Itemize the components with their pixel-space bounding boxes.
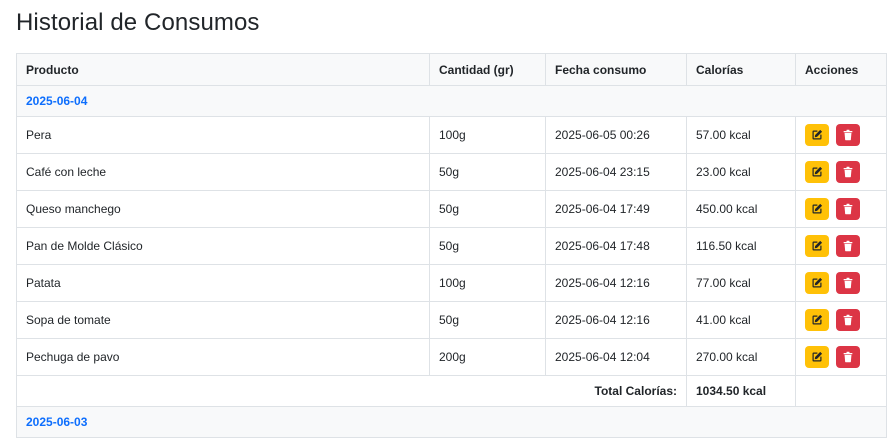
edit-icon (812, 240, 823, 251)
cell-calorias: 57.00 kcal (686, 116, 796, 154)
page-title: Historial de Consumos (16, 9, 260, 36)
cell-acciones (795, 190, 887, 228)
trash-icon (843, 166, 853, 178)
cell-producto: Pera (16, 116, 430, 154)
cell-cantidad: 200g (429, 338, 546, 376)
table-row: Pan de Molde Clásico 50g 2025-06-04 17:4… (16, 227, 887, 265)
table-header: Producto Cantidad (gr) Fecha consumo Cal… (16, 53, 887, 86)
table-row: Queso manchego 50g 2025-06-04 17:49 450.… (16, 190, 887, 228)
cell-acciones (795, 227, 887, 265)
cell-calorias: 23.00 kcal (686, 153, 796, 191)
trash-icon (843, 240, 853, 252)
cell-acciones (795, 338, 887, 376)
date-group-row: 2025-06-03 (16, 406, 887, 438)
cell-acciones (795, 264, 887, 302)
header-fecha: Fecha consumo (545, 53, 687, 86)
header-producto: Producto (16, 53, 430, 86)
edit-icon (812, 277, 823, 288)
cell-acciones (795, 116, 887, 154)
cell-cantidad: 100g (429, 264, 546, 302)
cell-fecha: 2025-06-04 12:16 (545, 301, 687, 339)
edit-button[interactable] (805, 235, 829, 257)
cell-acciones (795, 153, 887, 191)
row-actions (805, 198, 877, 220)
consumption-table-container: Producto Cantidad (gr) Fecha consumo Cal… (16, 53, 887, 438)
total-calories-value: 1034.50 kcal (686, 375, 796, 407)
edit-icon (812, 351, 823, 362)
cell-producto: Queso manchego (16, 190, 430, 228)
cell-fecha: 2025-06-04 23:15 (545, 153, 687, 191)
edit-button[interactable] (805, 124, 829, 146)
cell-producto: Pechuga de pavo (16, 338, 430, 376)
cell-fecha: 2025-06-04 17:48 (545, 227, 687, 265)
trash-icon (843, 203, 853, 215)
row-actions (805, 346, 877, 368)
table-row: Sopa de tomate 50g 2025-06-04 12:16 41.0… (16, 301, 887, 339)
cell-cantidad: 100g (429, 116, 546, 154)
cell-cantidad: 50g (429, 153, 546, 191)
cell-fecha: 2025-06-04 17:49 (545, 190, 687, 228)
edit-icon (812, 129, 823, 140)
cell-producto: Café con leche (16, 153, 430, 191)
delete-button[interactable] (836, 161, 860, 183)
cell-producto: Sopa de tomate (16, 301, 430, 339)
table-row: Pera 100g 2025-06-05 00:26 57.00 kcal (16, 116, 887, 154)
delete-button[interactable] (836, 272, 860, 294)
delete-button[interactable] (836, 346, 860, 368)
delete-button[interactable] (836, 198, 860, 220)
cell-calorias: 450.00 kcal (686, 190, 796, 228)
header-acciones: Acciones (795, 53, 887, 86)
edit-icon (812, 203, 823, 214)
table-row: Pechuga de pavo 200g 2025-06-04 12:04 27… (16, 338, 887, 376)
delete-button[interactable] (836, 235, 860, 257)
cell-calorias: 270.00 kcal (686, 338, 796, 376)
cell-calorias: 116.50 kcal (686, 227, 796, 265)
trash-icon (843, 351, 853, 363)
table-row: Patata 100g 2025-06-04 12:16 77.00 kcal (16, 264, 887, 302)
edit-button[interactable] (805, 161, 829, 183)
total-row: Total Calorías: 1034.50 kcal (16, 375, 887, 407)
cell-producto: Patata (16, 264, 430, 302)
row-actions (805, 235, 877, 257)
edit-icon (812, 166, 823, 177)
cell-calorias: 41.00 kcal (686, 301, 796, 339)
total-calories-label: Total Calorías: (16, 375, 687, 407)
cell-cantidad: 50g (429, 190, 546, 228)
cell-calorias: 77.00 kcal (686, 264, 796, 302)
row-actions (805, 161, 877, 183)
row-actions (805, 272, 877, 294)
header-calorias: Calorías (686, 53, 796, 86)
date-group-row: 2025-06-04 (16, 85, 887, 117)
table-row: Café con leche 50g 2025-06-04 23:15 23.0… (16, 153, 887, 191)
trash-icon (843, 129, 853, 141)
cell-cantidad: 50g (429, 301, 546, 339)
trash-icon (843, 314, 853, 326)
header-cantidad: Cantidad (gr) (429, 53, 546, 86)
row-actions (805, 124, 877, 146)
edit-button[interactable] (805, 346, 829, 368)
delete-button[interactable] (836, 124, 860, 146)
date-group-label: 2025-06-03 (16, 406, 887, 438)
delete-button[interactable] (836, 309, 860, 331)
edit-button[interactable] (805, 272, 829, 294)
cell-cantidad: 50g (429, 227, 546, 265)
cell-fecha: 2025-06-04 12:16 (545, 264, 687, 302)
cell-fecha: 2025-06-04 12:04 (545, 338, 687, 376)
date-group-label: 2025-06-04 (16, 85, 887, 117)
consumption-table: Producto Cantidad (gr) Fecha consumo Cal… (16, 53, 887, 438)
edit-button[interactable] (805, 198, 829, 220)
edit-button[interactable] (805, 309, 829, 331)
cell-fecha: 2025-06-05 00:26 (545, 116, 687, 154)
trash-icon (843, 277, 853, 289)
edit-icon (812, 314, 823, 325)
cell-producto: Pan de Molde Clásico (16, 227, 430, 265)
table-body: 2025-06-04 Pera 100g 2025-06-05 00:26 57… (16, 85, 887, 438)
cell-acciones (795, 301, 887, 339)
header-row: Producto Cantidad (gr) Fecha consumo Cal… (16, 53, 887, 86)
total-empty-cell (795, 375, 887, 407)
row-actions (805, 309, 877, 331)
